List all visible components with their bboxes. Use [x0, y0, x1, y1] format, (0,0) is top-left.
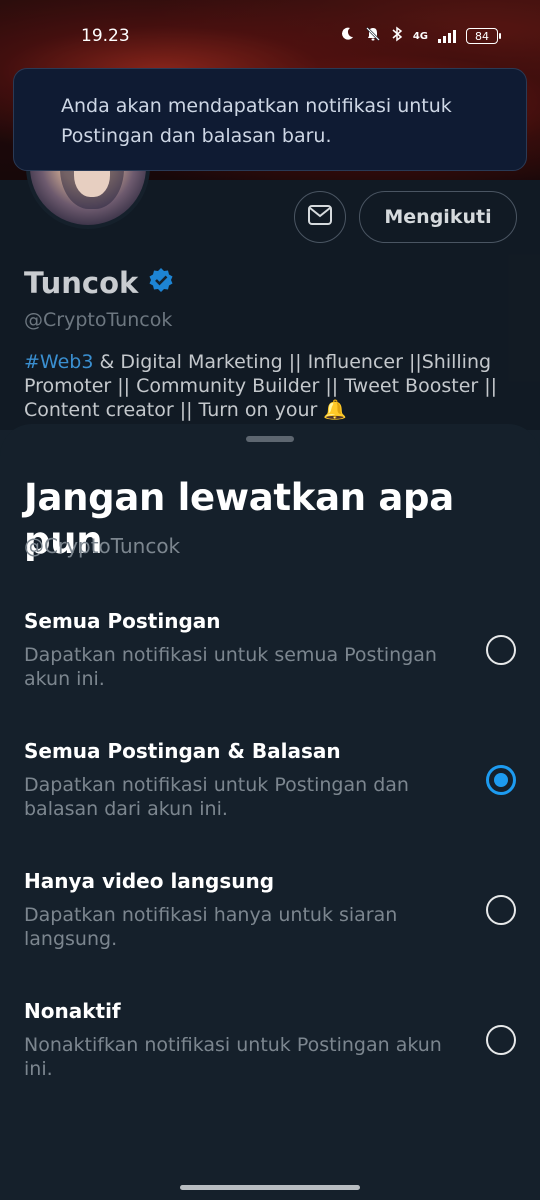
home-indicator[interactable]	[180, 1185, 360, 1190]
option-description: Dapatkan notifikasi untuk Postingan dan …	[24, 774, 409, 820]
option-description: Dapatkan notifikasi untuk semua Postinga…	[24, 644, 437, 690]
following-button[interactable]: Mengikuti	[359, 191, 517, 243]
toast-message: Anda akan mendapatkan notifikasi untuk P…	[61, 95, 452, 147]
profile-handle: @CryptoTuncok	[24, 309, 173, 331]
profile-bio: #Web3 & Digital Marketing || Influencer …	[24, 350, 524, 422]
status-icons: 4G 84	[339, 26, 501, 46]
battery-level: 84	[475, 29, 489, 43]
radio-off[interactable]	[486, 1025, 516, 1055]
option-title: Nonaktif	[24, 999, 121, 1023]
option-title: Hanya video langsung	[24, 869, 275, 893]
option-title: Semua Postingan	[24, 609, 221, 633]
profile-name-row: Tuncok	[24, 266, 174, 300]
notification-toast: Anda akan mendapatkan notifikasi untuk P…	[13, 68, 527, 171]
option-posts-and-replies[interactable]: Semua Postingan & Balasan Dapatkan notif…	[0, 739, 540, 839]
option-description: Dapatkan notifikasi hanya untuk siaran l…	[24, 904, 398, 950]
bluetooth-icon	[391, 26, 403, 46]
moon-icon	[339, 26, 355, 46]
verified-badge-icon	[148, 266, 174, 300]
status-time: 19.23	[81, 26, 130, 46]
network-label: 4G	[412, 30, 428, 42]
signal-icon	[438, 29, 456, 43]
profile-name: Tuncok	[24, 266, 139, 300]
sheet-subtitle: @CryptoTuncok	[24, 534, 181, 558]
option-title: Semua Postingan & Balasan	[24, 739, 341, 763]
status-bar: 19.23 4G 84	[0, 20, 540, 52]
radio-live-video-only[interactable]	[486, 895, 516, 925]
radio-posts-and-replies[interactable]	[486, 765, 516, 795]
option-all-posts[interactable]: Semua Postingan Dapatkan notifikasi untu…	[0, 609, 540, 709]
radio-all-posts[interactable]	[486, 635, 516, 665]
option-description: Nonaktifkan notifikasi untuk Postingan a…	[24, 1034, 442, 1080]
sheet-drag-handle[interactable]	[246, 436, 294, 442]
bio-text: & Digital Marketing || Influencer ||Shil…	[24, 351, 498, 421]
notification-bottom-sheet: Jangan lewatkan apa pun @CryptoTuncok Se…	[0, 424, 540, 1200]
bio-hashtag-link[interactable]: #Web3	[24, 351, 93, 373]
mute-bell-icon	[365, 26, 381, 46]
option-off[interactable]: Nonaktif Nonaktifkan notifikasi untuk Po…	[0, 999, 540, 1099]
mail-icon	[307, 204, 333, 230]
option-live-video-only[interactable]: Hanya video langsung Dapatkan notifikasi…	[0, 869, 540, 969]
battery-icon: 84	[466, 28, 501, 44]
message-button[interactable]	[294, 191, 346, 243]
